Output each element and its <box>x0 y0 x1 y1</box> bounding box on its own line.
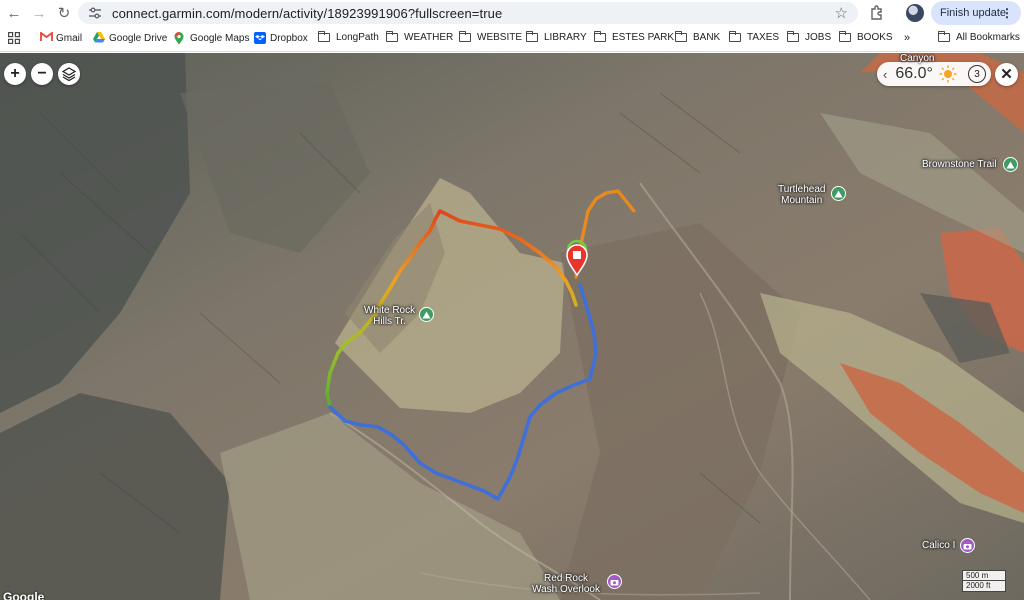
dropbox-icon <box>254 32 266 44</box>
bookmark-google-maps[interactable]: Google Maps <box>174 32 250 45</box>
url-text: connect.garmin.com/modern/activity/18923… <box>112 5 503 21</box>
bookmark-label: TAXES <box>747 32 780 43</box>
layers-icon <box>62 67 76 81</box>
chevron-left-icon[interactable]: ‹ <box>883 67 887 82</box>
weather-count-badge: 3 <box>968 65 986 83</box>
folder-icon <box>526 31 538 42</box>
folder-icon <box>318 31 330 42</box>
finish-update-button[interactable]: Finish update ⋮ <box>931 1 1021 25</box>
bookmark-folder-jobs[interactable]: JOBS <box>787 31 832 43</box>
map-scale: 500 m 2000 ft <box>962 570 1006 592</box>
browser-toolbar: ← → ↻ connect.garmin.com/modern/activity… <box>0 0 1024 26</box>
bookmark-label: JOBS <box>805 32 832 43</box>
bookmarks-bar: Gmail Google Drive Google Maps Dropbox L… <box>0 26 1024 52</box>
bookmark-folder-weather[interactable]: WEATHER <box>386 31 454 43</box>
bookmark-label: Dropbox <box>270 32 308 44</box>
bookmark-folder-library[interactable]: LIBRARY <box>526 31 587 43</box>
zoom-in-button[interactable]: + <box>4 63 26 85</box>
bookmark-label: WEBSITE <box>477 32 523 43</box>
bookmark-label: Gmail <box>56 32 83 44</box>
bookmark-label: Google Maps <box>190 32 250 44</box>
poi-label-canyon: Canyon <box>900 53 935 64</box>
poi-label-calico: Calico I <box>922 540 956 551</box>
all-bookmarks-button[interactable]: All Bookmarks <box>938 31 1020 43</box>
folder-icon <box>459 31 471 42</box>
map-attribution: Google <box>3 590 45 600</box>
viewpoint-marker-icon[interactable] <box>960 538 975 553</box>
apps-grid-icon[interactable] <box>8 32 20 44</box>
bookmark-folder-bank[interactable]: BANK <box>675 31 721 43</box>
bookmark-folder-website[interactable]: WEBSITE <box>459 31 523 43</box>
poi-label-turtlehead: Turtlehead Mountain <box>778 184 826 206</box>
viewpoint-marker-icon[interactable] <box>607 574 622 589</box>
bookmark-label: BOOKS <box>857 32 893 43</box>
close-fullscreen-button[interactable]: ✕ <box>995 63 1018 86</box>
poi-label-white-rock: White Rock Hills Tr. <box>364 305 416 327</box>
bookmark-folder-books[interactable]: BOOKS <box>839 31 893 43</box>
weather-temperature: 66.0° <box>895 65 933 82</box>
bookmark-folder-taxes[interactable]: TAXES <box>729 31 780 43</box>
zoom-out-button[interactable]: − <box>31 63 53 85</box>
reload-icon[interactable]: ↻ <box>53 2 75 24</box>
weather-widget[interactable]: ‹ 66.0° 3 <box>877 62 991 86</box>
scale-metric: 500 m <box>962 570 1006 581</box>
sun-icon <box>939 65 957 83</box>
forward-icon[interactable]: → <box>28 2 50 24</box>
bookmark-label: WEATHER <box>404 32 454 43</box>
bookmark-folder-estes-park[interactable]: ESTES PARK <box>594 31 675 43</box>
profile-avatar[interactable] <box>906 4 924 22</box>
all-bookmarks-label: All Bookmarks <box>956 32 1020 43</box>
satellite-map[interactable]: + − ‹ 66.0° 3 ✕ Canyon Brownstone Trail … <box>0 53 1024 600</box>
back-icon[interactable]: ← <box>3 2 25 24</box>
bookmark-label: ESTES PARK <box>612 32 675 43</box>
bookmark-label: BANK <box>693 32 721 43</box>
folder-icon <box>386 31 398 42</box>
folder-icon <box>787 31 799 42</box>
gmail-icon <box>40 31 53 44</box>
map-imagery <box>0 53 1024 600</box>
bookmark-label: LongPath <box>336 32 379 43</box>
folder-icon <box>594 31 606 42</box>
bookmark-dropbox[interactable]: Dropbox <box>254 32 308 44</box>
extensions-icon[interactable] <box>868 4 886 22</box>
finish-update-label: Finish update <box>940 7 1007 19</box>
trail-marker-icon[interactable] <box>1003 157 1018 172</box>
bookmarks-overflow-icon[interactable]: » <box>904 32 910 44</box>
mountain-marker-icon[interactable] <box>831 186 846 201</box>
folder-icon <box>729 31 741 42</box>
site-info-icon[interactable] <box>88 6 102 20</box>
poi-label-red-rock: Red Rock Wash Overlook <box>532 573 600 595</box>
bookmark-star-icon[interactable]: ☆ <box>835 4 848 22</box>
google-maps-icon <box>174 32 186 45</box>
bookmark-google-drive[interactable]: Google Drive <box>93 32 167 44</box>
menu-dots-icon[interactable]: ⋮ <box>1001 6 1013 20</box>
folder-icon <box>839 31 851 42</box>
bookmark-gmail[interactable]: Gmail <box>40 31 83 44</box>
trail-marker-icon[interactable] <box>419 307 434 322</box>
bookmark-label: Google Drive <box>109 32 168 44</box>
address-bar[interactable]: connect.garmin.com/modern/activity/18923… <box>78 2 858 24</box>
layers-button[interactable] <box>58 63 80 85</box>
folder-icon <box>938 31 950 42</box>
scale-imperial: 2000 ft <box>962 581 1006 592</box>
google-drive-icon <box>93 32 105 44</box>
bookmark-label: LIBRARY <box>544 32 587 43</box>
bookmark-folder-longpath[interactable]: LongPath <box>318 31 379 43</box>
finish-marker-icon[interactable] <box>566 244 588 276</box>
poi-label-brownstone: Brownstone Trail <box>922 159 997 170</box>
folder-icon <box>675 31 687 42</box>
